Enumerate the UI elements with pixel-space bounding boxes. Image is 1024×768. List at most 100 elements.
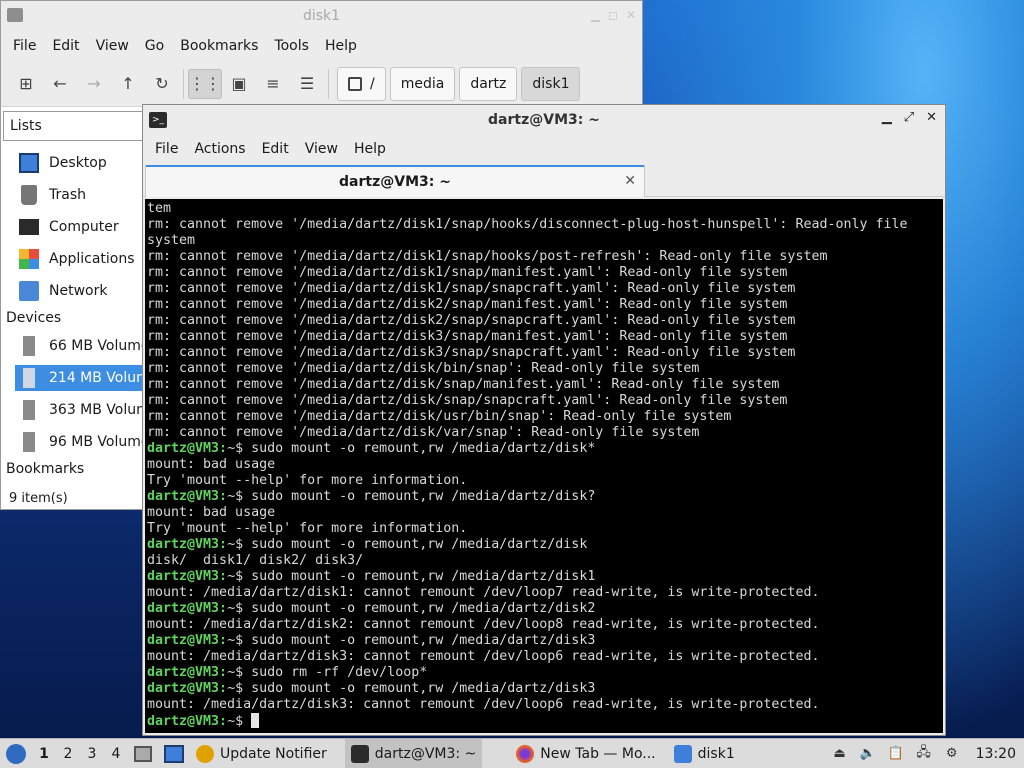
terminal-command-line: dartz@VM3:~$ sudo rm -rf /dev/loop*	[147, 665, 943, 681]
task-firefox[interactable]: New Tab — Mo...	[510, 739, 661, 768]
path-toggle-icon	[348, 76, 362, 91]
path-crumb-dartz[interactable]: dartz	[459, 66, 518, 101]
terminal-tab[interactable]: dartz@VM3: ~ ✕	[145, 165, 645, 197]
fm-menu-tools[interactable]: Tools	[266, 38, 317, 54]
path-crumb-disk1[interactable]: disk1	[521, 66, 581, 101]
term-menu-file[interactable]: File	[147, 141, 186, 157]
workspace-2[interactable]: 2	[56, 739, 80, 768]
terminal-output-line: mount: bad usage	[147, 505, 276, 520]
drive-icon	[23, 336, 35, 356]
toolbar-separator	[328, 68, 329, 99]
fm-menu-go[interactable]: Go	[137, 38, 172, 54]
shell-prompt: dartz@VM3:	[147, 537, 228, 552]
terminal-output-line: Try 'mount --help' for more information.	[147, 521, 468, 536]
terminal-command-line: dartz@VM3:~$ sudo mount -o remount,rw /m…	[147, 569, 943, 585]
close-icon[interactable]: ✕	[626, 8, 636, 22]
taskbar: 1 2 3 4 Update Notifier dartz@VM3: ~ New…	[0, 738, 1024, 768]
terminal-output-line: rm: cannot remove '/media/dartz/disk2/sn…	[147, 297, 788, 312]
side-pane-mode-select[interactable]: Lists	[3, 111, 145, 141]
quicklaunch-desktop[interactable]	[158, 739, 190, 768]
reload-icon[interactable]: ↻	[145, 69, 179, 99]
terminal-titlebar[interactable]: >_ dartz@VM3: ~ ▁ ⤢ ✕	[143, 105, 945, 135]
network-icon[interactable]: 🖧	[910, 739, 938, 768]
terminal-output-line: Try 'mount --help' for more information.	[147, 473, 468, 488]
sidebar-item-trash[interactable]: Trash	[15, 182, 145, 208]
desktop-icon	[19, 153, 39, 173]
terminal-app-icon: >_	[149, 112, 167, 128]
clipboard-icon[interactable]: 📋	[882, 739, 910, 768]
fm-menu-edit[interactable]: Edit	[44, 38, 87, 54]
command-text: sudo mount -o remount,rw /media/dartz/di…	[251, 441, 596, 456]
sidebar-item-volume-214mb[interactable]: 214 MB Volume	[15, 365, 145, 391]
workspace-4[interactable]: 4	[104, 739, 128, 768]
task-file-manager[interactable]: disk1	[668, 739, 741, 768]
terminal-menubar: File Actions Edit View Help	[143, 135, 945, 163]
show-desktop-button[interactable]	[128, 739, 158, 768]
bookmarks-section-label: Bookmarks	[6, 461, 85, 477]
path-crumb-root[interactable]: /	[337, 66, 386, 101]
clock[interactable]: 13:20	[966, 746, 1024, 762]
fm-menu-help[interactable]: Help	[317, 38, 365, 54]
app-menu-button[interactable]	[0, 739, 32, 768]
sidebar-item-applications[interactable]: Applications	[15, 246, 145, 272]
terminal-output-line: rm: cannot remove '/media/dartz/disk3/sn…	[147, 345, 796, 360]
terminal-command-line: dartz@VM3:~$ sudo mount -o remount,rw /m…	[147, 489, 943, 505]
workspace-1[interactable]: 1	[32, 739, 56, 768]
folder-app-icon	[7, 8, 23, 22]
eject-icon[interactable]: ⏏	[826, 739, 854, 768]
minimize-icon[interactable]: ▁	[591, 8, 600, 22]
tab-close-icon[interactable]: ✕	[624, 173, 636, 189]
drive-icon	[23, 400, 35, 420]
terminal-output-line: rm: cannot remove '/media/dartz/disk1/sn…	[147, 249, 828, 264]
terminal-command-line: dartz@VM3:~$ sudo mount -o remount,rw /m…	[147, 633, 943, 649]
term-menu-edit[interactable]: Edit	[254, 141, 297, 157]
detailed-view-icon[interactable]: ☰	[290, 69, 324, 99]
fm-menu-bookmarks[interactable]: Bookmarks	[172, 38, 266, 54]
restore-icon[interactable]: ⤢	[904, 110, 914, 125]
sidebar-item-volume-96mb[interactable]: 96 MB Volume	[15, 429, 145, 455]
term-menu-actions[interactable]: Actions	[186, 141, 253, 157]
thumbnail-view-icon[interactable]: ▣	[222, 69, 256, 99]
fm-menu-view[interactable]: View	[88, 38, 137, 54]
terminal-output-line: rm: cannot remove '/media/dartz/disk/sna…	[147, 393, 788, 408]
sidebar-item-computer[interactable]: Computer	[15, 214, 145, 240]
path-crumb-media[interactable]: media	[389, 66, 456, 101]
trash-icon	[21, 185, 37, 205]
back-icon[interactable]: ←	[43, 69, 77, 99]
terminal-output[interactable]: tem rm: cannot remove '/media/dartz/disk1…	[145, 199, 943, 733]
compact-view-icon[interactable]: ≡	[256, 69, 290, 99]
term-menu-help[interactable]: Help	[346, 141, 394, 157]
update-tray-icon[interactable]: ⚙	[938, 739, 966, 768]
sidebar-item-desktop[interactable]: Desktop	[15, 150, 145, 176]
new-tab-icon[interactable]: ⊞	[9, 69, 43, 99]
terminal-output-line: disk/ disk1/ disk2/ disk3/	[147, 553, 364, 568]
task-terminal[interactable]: dartz@VM3: ~	[344, 738, 483, 768]
icon-view-icon[interactable]: ⋮⋮	[188, 68, 222, 99]
forward-icon[interactable]: →	[77, 69, 111, 99]
volume-icon[interactable]: 🔈	[854, 739, 882, 768]
terminal-output-line: rm: cannot remove '/media/dartz/disk1/sn…	[147, 281, 796, 296]
shell-prompt: dartz@VM3:	[147, 681, 228, 696]
fm-menu-file[interactable]: File	[5, 38, 44, 54]
sidebar-item-network[interactable]: Network	[15, 278, 145, 304]
term-menu-view[interactable]: View	[297, 141, 346, 157]
sidebar-item-volume-66mb[interactable]: 66 MB Volume	[15, 333, 145, 359]
close-icon[interactable]: ✕	[926, 110, 937, 125]
sidebar-item-volume-363mb[interactable]: 363 MB Volume	[15, 397, 145, 423]
terminal-output-line: rm: cannot remove '/media/dartz/disk/sna…	[147, 377, 780, 392]
fm-menubar: File Edit View Go Bookmarks Tools Help	[1, 31, 642, 61]
minimize-icon[interactable]: ▁	[882, 110, 892, 125]
command-text: sudo mount -o remount,rw /media/dartz/di…	[251, 537, 588, 552]
fm-titlebar[interactable]: disk1 ▁ ◻ ✕	[1, 1, 642, 31]
desktop-quicklaunch-icon	[164, 744, 184, 763]
shell-prompt: dartz@VM3:	[147, 569, 228, 584]
shell-prompt: dartz@VM3:	[147, 665, 228, 680]
toolbar-separator	[183, 68, 184, 99]
task-update-notifier[interactable]: Update Notifier	[190, 739, 333, 768]
network-folder-icon	[19, 281, 39, 301]
workspace-3[interactable]: 3	[80, 739, 104, 768]
maximize-icon[interactable]: ◻	[608, 8, 618, 22]
folder-icon	[673, 744, 692, 763]
drive-icon	[23, 368, 35, 388]
up-icon[interactable]: ↑	[111, 69, 145, 99]
